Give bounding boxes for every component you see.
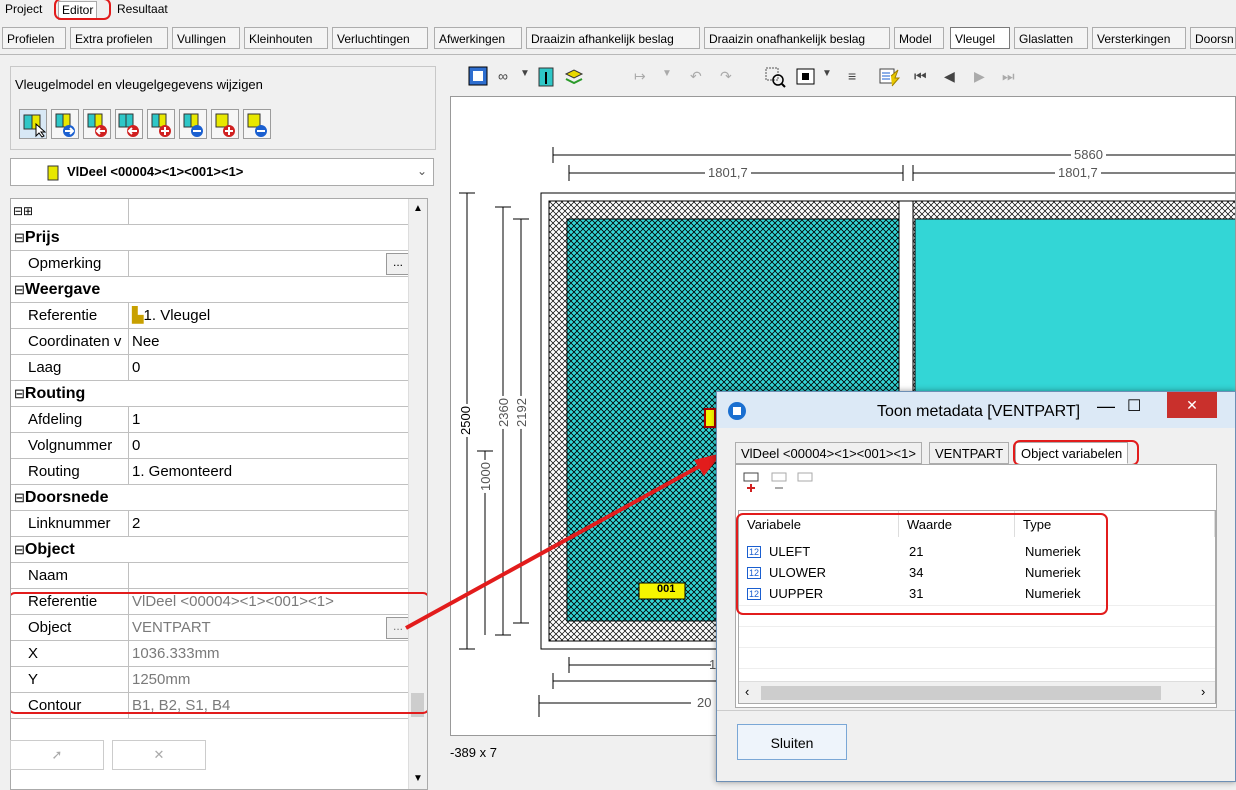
scroll-thumb[interactable] (761, 686, 1161, 700)
scroll-left-icon[interactable]: ‹ (745, 684, 749, 699)
remove-variable-icon (771, 472, 787, 489)
metadata-dialog: Toon metadata [VENTPART] — ☐ ✕ VlDeel <0… (716, 391, 1236, 782)
row-divider (739, 626, 1215, 627)
close-icon[interactable]: ✕ (1167, 392, 1217, 418)
minimize-icon[interactable]: — (1097, 396, 1115, 417)
close-button[interactable]: Sluiten (737, 724, 847, 760)
dialog-tab-ventpart[interactable]: VENTPART (929, 442, 1010, 464)
dialog-tab-vldeel[interactable]: VlDeel <00004><1><001><1> (735, 442, 922, 464)
dialog-title: Toon metadata [VENTPART] (877, 403, 1081, 420)
add-variable-icon[interactable] (742, 471, 764, 495)
highlight-variables (736, 513, 1108, 615)
dialog-titlebar[interactable]: Toon metadata [VENTPART] — ☐ ✕ (717, 392, 1235, 428)
row-divider (739, 647, 1215, 648)
highlight-tab (1013, 440, 1139, 466)
scroll-right-icon[interactable]: › (1201, 684, 1205, 699)
maximize-icon[interactable]: ☐ (1127, 396, 1141, 416)
horizontal-scrollbar[interactable]: ‹ › (739, 681, 1215, 703)
row-divider (739, 668, 1215, 669)
edit-variable-icon (797, 472, 813, 482)
app-icon (728, 402, 746, 420)
divider (717, 710, 1235, 711)
